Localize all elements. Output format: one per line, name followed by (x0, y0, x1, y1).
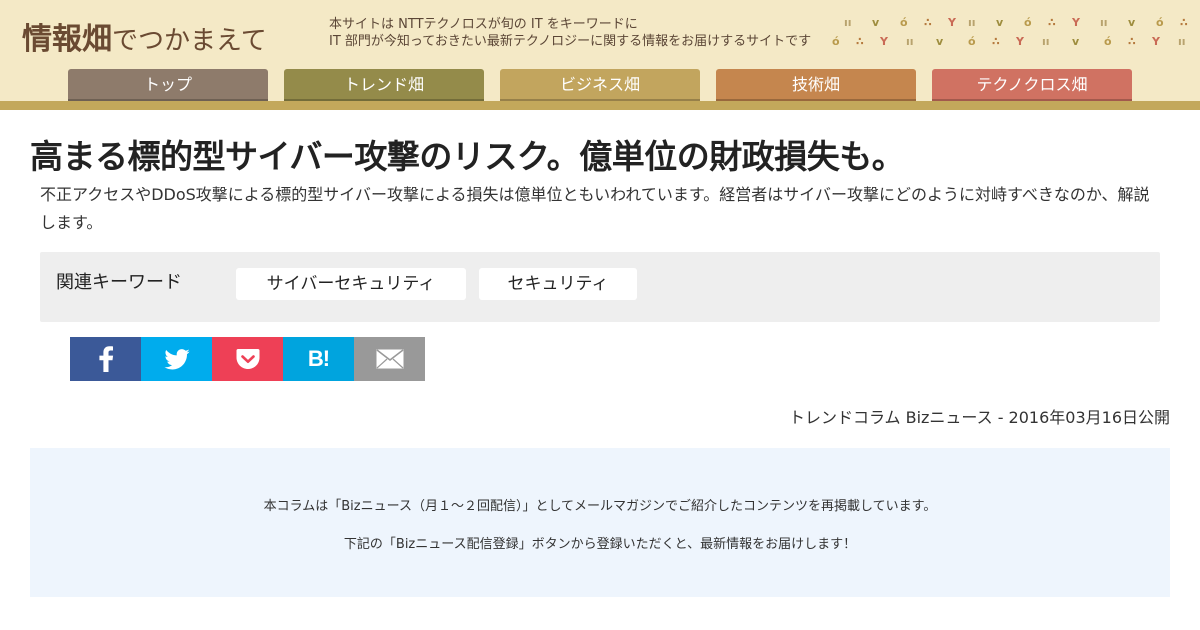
svg-text:ıı: ıı (968, 16, 976, 29)
share-twitter-button[interactable] (141, 337, 212, 381)
tab-business[interactable]: ビジネス畑 (500, 69, 700, 101)
svg-text:ıı: ıı (844, 16, 852, 29)
svg-text:ıı: ıı (1178, 35, 1186, 48)
logo-sub-text: でつかまえて (112, 26, 267, 56)
svg-text:ó: ó (968, 35, 976, 48)
svg-text:v: v (872, 16, 880, 29)
related-keywords-label: 関連キーワード (56, 272, 182, 293)
related-keywords-box: 関連キーワード サイバーセキュリティ セキュリティ (40, 252, 1160, 322)
svg-text:v: v (936, 35, 944, 48)
logo-main-text: 情報畑 (22, 22, 112, 57)
header-divider-bar (0, 101, 1200, 110)
tab-technology[interactable]: 技術畑 (716, 69, 916, 101)
svg-text:Y: Y (879, 35, 889, 48)
svg-text:ó: ó (1024, 16, 1032, 29)
share-facebook-button[interactable] (70, 337, 141, 381)
svg-text:Y: Y (947, 16, 957, 29)
tagline-line-2: IT 部門が今知っておきたい最新テクノロジーに関する情報をお届けするサイトです (329, 34, 812, 49)
notice-line-2: 下記の「Bizニュース配信登録」ボタンから登録いただくと、最新情報をお届けします… (343, 537, 857, 552)
svg-text:Y: Y (1071, 16, 1081, 29)
svg-text:ó: ó (1104, 35, 1112, 48)
svg-text:∴: ∴ (1180, 16, 1188, 29)
newsletter-notice-box: 本コラムは「Bizニュース（月１～２回配信）」としてメールマガジンでご紹介したコ… (30, 448, 1170, 597)
svg-text:v: v (1072, 35, 1080, 48)
article-lead: 不正アクセスやDDoS攻撃による標的型サイバー攻撃による損失は億単位ともいわれて… (40, 185, 1150, 232)
article-title: 高まる標的型サイバー攻撃のリスク。億単位の財政損失も。 (30, 137, 905, 176)
tab-trend[interactable]: トレンド畑 (284, 69, 484, 101)
svg-text:∴: ∴ (856, 35, 864, 48)
svg-text:Y: Y (1015, 35, 1025, 48)
article-byline: トレンドコラム Bizニュース - 2016年03月16日公開 (788, 408, 1170, 427)
hatena-bookmark-icon: B! (307, 346, 330, 371)
svg-text:ıı: ıı (1042, 35, 1050, 48)
svg-text:∴: ∴ (1048, 16, 1056, 29)
svg-text:ó: ó (1156, 16, 1164, 29)
svg-text:v: v (1128, 16, 1136, 29)
keyword-tag-cyber-security[interactable]: サイバーセキュリティ (236, 268, 466, 300)
svg-text:∴: ∴ (992, 35, 1000, 48)
share-pocket-button[interactable] (212, 337, 283, 381)
sprout-pattern-decoration-icon: ıı v ó ∴ Y ıı v ó ∴ Y ıı v ó ∴ ó ∴ Y ıı … (832, 16, 1188, 48)
svg-text:∴: ∴ (924, 16, 932, 29)
share-hatena-button[interactable]: B! (283, 337, 354, 381)
twitter-icon (163, 348, 190, 369)
svg-text:ó: ó (900, 16, 908, 29)
svg-text:ó: ó (832, 35, 840, 48)
mail-icon (376, 349, 403, 369)
svg-text:v: v (996, 16, 1004, 29)
svg-text:∴: ∴ (1128, 35, 1136, 48)
keyword-tag-security[interactable]: セキュリティ (479, 268, 637, 300)
svg-text:Y: Y (1151, 35, 1161, 48)
site-header: 情報畑でつかまえて 本サイトは NTTテクノロスが旬の IT をキーワードに I… (0, 0, 1200, 110)
tagline-line-1: 本サイトは NTTテクノロスが旬の IT をキーワードに (329, 17, 638, 32)
svg-text:ıı: ıı (1100, 16, 1108, 29)
site-tagline: 本サイトは NTTテクノロスが旬の IT をキーワードに IT 部門が今知ってお… (329, 16, 811, 50)
pocket-icon (236, 349, 259, 369)
facebook-icon (98, 346, 113, 372)
notice-line-1: 本コラムは「Bizニュース（月１～２回配信）」としてメールマガジンでご紹介したコ… (263, 499, 937, 514)
tab-top[interactable]: トップ (68, 69, 268, 101)
svg-text:ıı: ıı (906, 35, 914, 48)
share-mail-button[interactable] (354, 337, 425, 381)
tab-technocross[interactable]: テクノクロス畑 (932, 69, 1132, 101)
site-logo[interactable]: 情報畑でつかまえて (22, 14, 267, 58)
